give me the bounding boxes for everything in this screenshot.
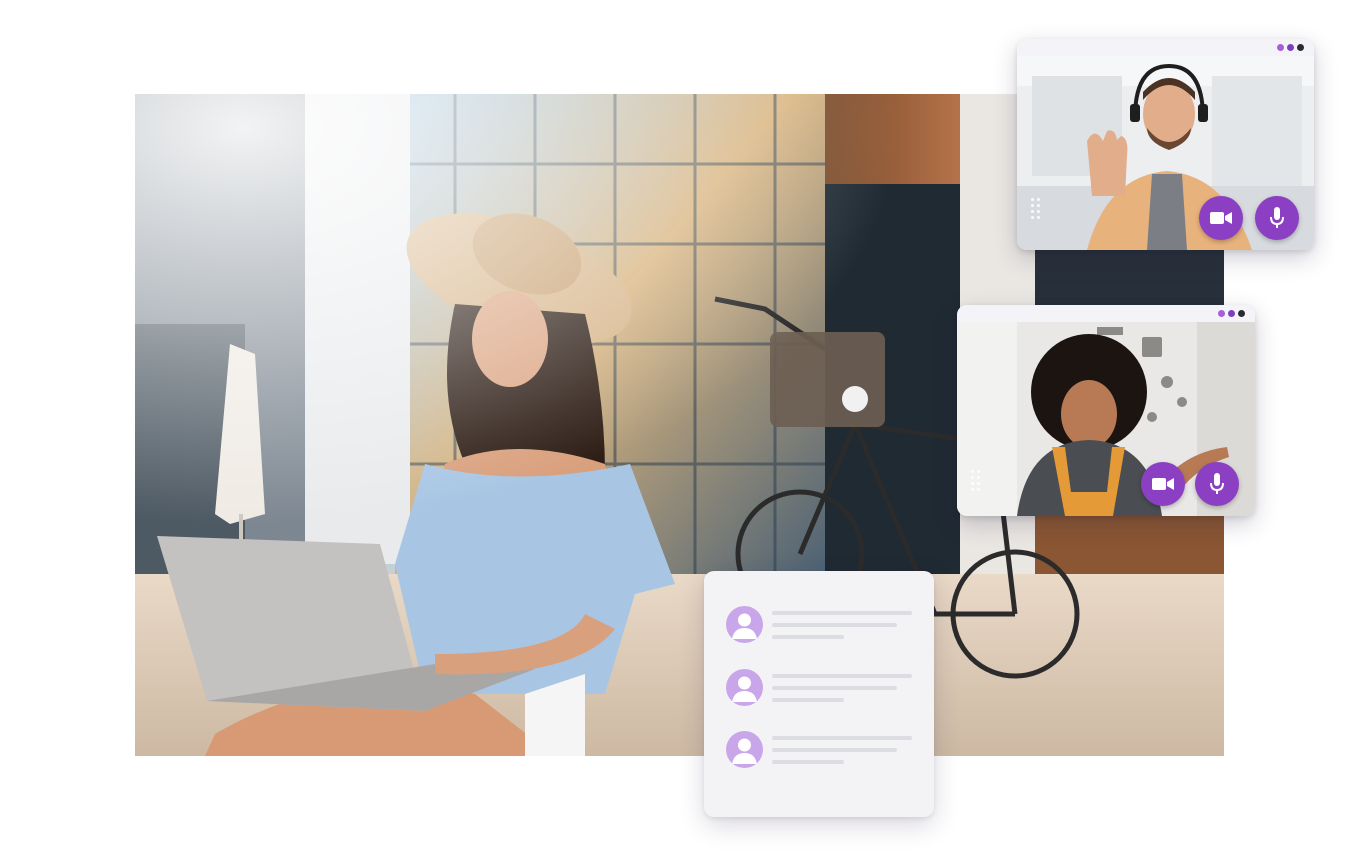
window-titlebar bbox=[1017, 39, 1314, 56]
drag-handle[interactable] bbox=[1031, 198, 1040, 219]
placeholder-text-line bbox=[772, 635, 844, 639]
user-avatar-icon bbox=[726, 606, 763, 643]
video-call-window-1[interactable] bbox=[1017, 39, 1314, 250]
window-dot-3[interactable] bbox=[1297, 44, 1304, 51]
video-call-window-2[interactable] bbox=[957, 305, 1255, 516]
participant-list-item[interactable] bbox=[726, 606, 916, 644]
participants-list-panel bbox=[704, 571, 934, 817]
placeholder-text-line bbox=[772, 674, 912, 678]
window-dot-2[interactable] bbox=[1228, 310, 1235, 317]
window-dot-3[interactable] bbox=[1238, 310, 1245, 317]
video-camera-icon bbox=[1152, 478, 1174, 490]
participant-list-item[interactable] bbox=[726, 731, 916, 769]
microphone-button[interactable] bbox=[1195, 462, 1239, 506]
user-avatar-icon bbox=[726, 669, 763, 706]
video-camera-icon bbox=[1210, 212, 1232, 224]
microphone-button[interactable] bbox=[1255, 196, 1299, 240]
placeholder-text-line bbox=[772, 698, 844, 702]
placeholder-text-line bbox=[772, 623, 897, 627]
window-titlebar bbox=[957, 305, 1255, 322]
window-controls bbox=[1218, 310, 1245, 317]
placeholder-text-line bbox=[772, 760, 844, 764]
window-dot-1[interactable] bbox=[1277, 44, 1284, 51]
user-avatar-icon bbox=[726, 731, 763, 768]
placeholder-text-line bbox=[772, 736, 912, 740]
drag-handle[interactable] bbox=[971, 470, 980, 491]
microphone-icon bbox=[1270, 207, 1284, 228]
window-dot-1[interactable] bbox=[1218, 310, 1225, 317]
placeholder-text-line bbox=[772, 686, 897, 690]
camera-button[interactable] bbox=[1199, 196, 1243, 240]
window-dot-2[interactable] bbox=[1287, 44, 1294, 51]
window-controls bbox=[1277, 44, 1304, 51]
participant-list-item[interactable] bbox=[726, 669, 916, 707]
camera-button[interactable] bbox=[1141, 462, 1185, 506]
placeholder-text-line bbox=[772, 748, 897, 752]
placeholder-text-line bbox=[772, 611, 912, 615]
microphone-icon bbox=[1210, 473, 1224, 494]
